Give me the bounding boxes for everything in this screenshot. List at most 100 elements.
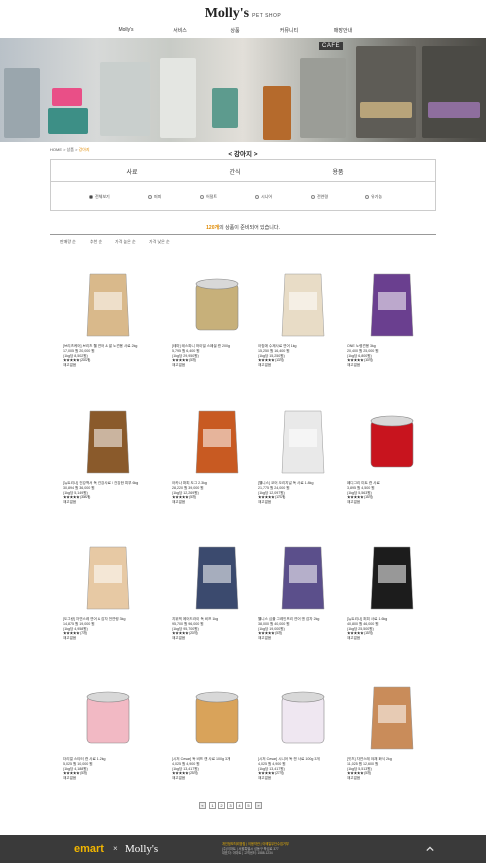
product-image[interactable] [258,407,348,477]
sort-by-recommend[interactable]: 추천 순 [90,239,102,245]
hero-shelf-dark-2 [422,46,482,138]
nav-item-community[interactable]: 커뮤니티 [280,27,298,34]
radio-selected-icon [89,194,93,199]
radio-icon [255,194,259,199]
hero-food-bags-2 [428,102,480,118]
filter-option-senior[interactable]: 시니어 [255,194,272,200]
product-stock-status: 재고없음 [258,636,272,641]
filter-option-label: 시니어 [261,194,273,199]
footer-cross-mark: × [113,844,118,853]
product-stock-status: 재고없음 [347,500,361,505]
category-filter-box: 사료 간식 용품 전체보기 퍼피 어덜트 시니어 전연령 유기농 [50,159,436,211]
product-stock-status: 재고없음 [172,363,186,368]
hero-plant [212,88,238,128]
sort-by-sales[interactable]: 판매량 순 [60,239,76,245]
product-image[interactable] [258,270,348,340]
hero-product-display [48,108,88,134]
footer-policy-links[interactable]: 개인정보처리방침 | 이용약관 | 이메일무단수집거부 [222,842,289,847]
product-info: [시저 Cesar] 시니어 독 캔 사료 100g 3개 4,025 원 4,9… [258,757,348,781]
product-info: [웰니스] 코어 오리지널 독 사료 1.8kg 21,775 원 24,000 … [258,481,348,505]
product-count-number: 120개 [206,225,220,231]
product-image[interactable] [172,683,262,753]
category-tab-food[interactable]: 사료 [126,167,137,176]
pager-page-3[interactable]: 3 [227,802,234,809]
footer-contact: 대표자: 이마트 | 고객센터: 1588-1234 [222,851,273,856]
product-image[interactable] [63,270,153,340]
nav-item-store-info[interactable]: 매장안내 [334,27,352,34]
pager-page-4[interactable]: 4 [236,802,243,809]
product-image[interactable] [258,543,348,613]
pager-page-1[interactable]: 1 [209,802,216,809]
hero-banner-image: CAFE [0,38,486,142]
sort-by-price-low[interactable]: 가격 낮은 순 [149,239,170,245]
product-info: 웰니스 심플 그레인프리 연어 앤 감자 2kg 38,000 원 40,000 … [258,617,348,641]
category-tab-row: 사료 간식 용품 [51,160,435,182]
nav-item-service[interactable]: 서비스 [173,27,187,34]
product-image[interactable] [258,683,348,753]
pager-prev-button[interactable]: « [199,802,206,809]
logo-sub-text: PET SHOP [252,13,282,19]
product-info: ONE 노령견용 3kg 20,400 원 25,000 원 (1kg당 6,800… [347,344,437,368]
section-divider [50,234,436,235]
nav-item-mollys[interactable]: Molly's [118,27,133,33]
pager-page-2[interactable]: 2 [218,802,225,809]
product-stock-status: 재고없음 [347,363,361,368]
hero-product-display-2 [52,88,82,106]
hero-food-bags [360,102,412,118]
filter-option-all-ages[interactable]: 전연령 [311,194,328,200]
category-tab-supplies[interactable]: 용품 [332,167,343,176]
product-info: 페디그리 미트 캔 사료 3,895 원 4,500 원 (1kg당 5,563원)… [347,481,437,505]
product-count-label: 의 상품이 준비되어 있습니다. [219,225,280,231]
product-image[interactable] [347,683,437,753]
hero-shelf-dark [356,46,416,138]
product-image[interactable] [172,270,262,340]
sort-by-price-high[interactable]: 가격 높은 순 [115,239,136,245]
product-info: [브리츠케어] 브리츠 웰 연어 & 쌀 노견용 사료 2kg 17,005 원 … [63,344,153,368]
filter-option-label: 퍼피 [154,194,162,199]
radio-icon [148,194,152,199]
main-nav: Molly's 서비스 상품 커뮤니티 매장안내 [0,27,486,37]
filter-option-puppy[interactable]: 퍼피 [148,194,161,200]
filter-option-adult[interactable]: 어덜트 [200,194,217,200]
footer-info: 개인정보처리방침 | 이용약관 | 이메일무단수집거부 (주)이마트 | 서울특… [222,842,289,856]
filter-option-label: 유기농 [371,194,383,199]
product-stock-status: 재고없음 [63,363,77,368]
footer-emart-logo: emart [74,843,104,855]
radio-icon [311,194,315,199]
product-stock-status: 재고없음 [258,776,272,781]
product-stock-status: 재고없음 [258,500,272,505]
page-title: < 강아지 > [228,151,258,158]
product-image[interactable] [172,543,262,613]
filter-option-all[interactable]: 전체보기 [89,194,110,200]
product-stock-status: 재고없음 [172,776,186,781]
product-stock-status: 재고없음 [347,776,361,781]
product-stock-status: 재고없음 [172,636,186,641]
nav-item-products[interactable]: 상품 [230,27,239,34]
pager-next-button[interactable]: » [255,802,262,809]
radio-icon [200,194,204,199]
product-image[interactable] [347,407,437,477]
hero-aisle [160,58,196,138]
filter-option-organic[interactable]: 유기농 [365,194,382,200]
product-image[interactable] [347,270,437,340]
product-image[interactable] [63,543,153,613]
product-info: 아침애 수제사료 연어 1kg 15,250 원 16,400 원 (1kg당 15… [258,344,348,368]
product-stock-status: 재고없음 [63,776,77,781]
product-image[interactable] [172,407,262,477]
category-tab-snack[interactable]: 간식 [229,167,240,176]
site-logo[interactable]: Molly's PET SHOP [0,4,486,22]
product-stock-status: 재고없음 [347,636,361,641]
product-image[interactable] [63,683,153,753]
scroll-to-top-icon[interactable] [426,845,434,853]
product-count-text: 120개의 상품이 준비되어 있습니다. [0,224,486,231]
product-info: 더리얼 스타터 캔 사료 1.2kg 5,025 원 10,000 원 (1kg당 … [63,757,153,781]
product-image[interactable] [63,407,153,477]
site-header: Molly's PET SHOP Molly's 서비스 상품 커뮤니티 매장안내 [0,0,486,38]
product-image[interactable] [347,543,437,613]
pager-page-5[interactable]: 5 [245,802,252,809]
filter-option-label: 전연령 [317,194,329,199]
product-info: [도그랑] 자연스레 연어 & 감자 전연령 3kg 14,875 원 19,00… [63,617,153,641]
hero-mannequin [263,86,291,140]
site-footer: emart × Molly's 개인정보처리방침 | 이용약관 | 이메일무단수… [0,835,486,863]
product-stock-status: 재고없음 [63,500,77,505]
